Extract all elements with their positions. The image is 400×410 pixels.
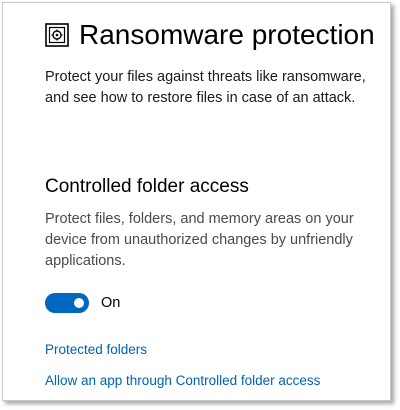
ransomware-protection-panel: Ransomware protection Protect your files… bbox=[2, 2, 391, 401]
ransomware-protection-icon bbox=[45, 23, 69, 47]
allow-app-link[interactable]: Allow an app through Controlled folder a… bbox=[45, 373, 320, 388]
intro-description: Protect your files against threats like … bbox=[45, 69, 366, 106]
controlled-folder-access-heading: Controlled folder access bbox=[45, 176, 249, 197]
page-header: Ransomware protection bbox=[45, 19, 375, 51]
controlled-folder-access-description: Protect files, folders, and memory areas… bbox=[45, 211, 354, 269]
controlled-folder-access-toggle-row: On bbox=[45, 293, 120, 313]
controlled-folder-access-toggle[interactable] bbox=[45, 293, 89, 313]
toggle-state-label: On bbox=[101, 295, 121, 311]
page-title: Ransomware protection bbox=[79, 19, 375, 50]
toggle-knob bbox=[74, 298, 84, 308]
protected-folders-link[interactable]: Protected folders bbox=[45, 342, 147, 357]
